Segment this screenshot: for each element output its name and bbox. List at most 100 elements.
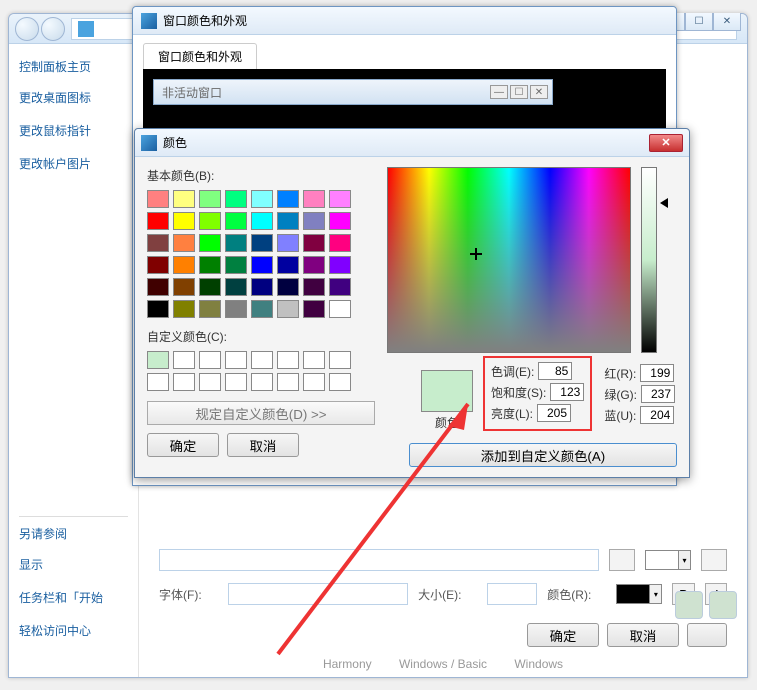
- basic-color-swatch[interactable]: [173, 278, 195, 296]
- custom-color-swatch[interactable]: [329, 351, 351, 369]
- color-dialog-titlebar[interactable]: 颜色 ✕: [135, 129, 689, 157]
- basic-color-swatch[interactable]: [303, 256, 325, 274]
- custom-color-swatch[interactable]: [199, 351, 221, 369]
- basic-color-swatch[interactable]: [277, 278, 299, 296]
- basic-color-swatch[interactable]: [225, 256, 247, 274]
- color-ok-button[interactable]: 确定: [147, 433, 219, 457]
- maximize-button[interactable]: ☐: [685, 13, 713, 31]
- basic-color-swatch[interactable]: [173, 190, 195, 208]
- basic-color-swatch[interactable]: [225, 190, 247, 208]
- basic-color-swatch[interactable]: [173, 212, 195, 230]
- basic-color-swatch[interactable]: [303, 190, 325, 208]
- custom-color-swatch[interactable]: [251, 351, 273, 369]
- back-button[interactable]: [15, 17, 39, 41]
- basic-color-swatch[interactable]: [329, 256, 351, 274]
- basic-color-swatch[interactable]: [147, 278, 169, 296]
- basic-color-swatch[interactable]: [329, 212, 351, 230]
- color-2-btn[interactable]: [701, 549, 727, 571]
- custom-color-swatch[interactable]: [329, 373, 351, 391]
- custom-color-swatch[interactable]: [199, 373, 221, 391]
- appearance-titlebar[interactable]: 窗口颜色和外观: [133, 7, 676, 35]
- item-size-up[interactable]: [609, 549, 635, 571]
- custom-color-swatch[interactable]: [277, 351, 299, 369]
- apply-button[interactable]: [687, 623, 727, 647]
- basic-color-swatch[interactable]: [147, 212, 169, 230]
- b-input[interactable]: [640, 406, 674, 424]
- basic-color-swatch[interactable]: [303, 234, 325, 252]
- basic-color-swatch[interactable]: [251, 212, 273, 230]
- see-also-link[interactable]: 轻松访问中心: [19, 622, 128, 639]
- see-also-link[interactable]: 显示: [19, 556, 128, 573]
- basic-color-swatch[interactable]: [199, 278, 221, 296]
- basic-color-swatch[interactable]: [251, 278, 273, 296]
- basic-color-swatch[interactable]: [251, 234, 273, 252]
- basic-color-swatch[interactable]: [173, 300, 195, 318]
- font-color-dropdown[interactable]: ▾: [650, 584, 662, 604]
- basic-color-swatch[interactable]: [199, 212, 221, 230]
- custom-color-swatch[interactable]: [147, 373, 169, 391]
- add-to-custom-button[interactable]: 添加到自定义颜色(A): [409, 443, 677, 467]
- custom-color-swatch[interactable]: [225, 351, 247, 369]
- basic-color-swatch[interactable]: [173, 256, 195, 274]
- luminance-pointer[interactable]: [660, 198, 668, 208]
- see-also-link[interactable]: 任务栏和「开始: [19, 589, 128, 606]
- appearance-tab[interactable]: 窗口颜色和外观: [143, 43, 257, 69]
- sidebar-link[interactable]: 更改桌面图标: [19, 89, 128, 106]
- basic-color-swatch[interactable]: [147, 190, 169, 208]
- luminance-slider[interactable]: [641, 167, 657, 353]
- basic-color-swatch[interactable]: [199, 300, 221, 318]
- color-1-swatch[interactable]: [645, 550, 679, 570]
- hue-sat-cursor[interactable]: [470, 248, 482, 260]
- size-select[interactable]: [487, 583, 537, 605]
- hue-input[interactable]: [538, 362, 572, 380]
- sidebar-link[interactable]: 更改帐户图片: [19, 155, 128, 172]
- item-select[interactable]: [159, 549, 599, 571]
- basic-color-swatch[interactable]: [277, 234, 299, 252]
- custom-color-swatch[interactable]: [303, 373, 325, 391]
- basic-color-swatch[interactable]: [147, 234, 169, 252]
- color-dialog-close-button[interactable]: ✕: [649, 134, 683, 152]
- close-button[interactable]: ✕: [713, 13, 741, 31]
- g-input[interactable]: [641, 385, 675, 403]
- basic-color-swatch[interactable]: [277, 190, 299, 208]
- basic-color-swatch[interactable]: [147, 256, 169, 274]
- custom-color-swatch[interactable]: [303, 351, 325, 369]
- basic-color-swatch[interactable]: [199, 190, 221, 208]
- basic-color-swatch[interactable]: [251, 300, 273, 318]
- basic-color-swatch[interactable]: [251, 190, 273, 208]
- custom-color-swatch[interactable]: [147, 351, 169, 369]
- basic-color-swatch[interactable]: [277, 256, 299, 274]
- sidebar-link[interactable]: 更改鼠标指针: [19, 122, 128, 139]
- custom-color-swatch[interactable]: [225, 373, 247, 391]
- basic-color-swatch[interactable]: [251, 256, 273, 274]
- basic-color-swatch[interactable]: [329, 278, 351, 296]
- basic-color-swatch[interactable]: [303, 212, 325, 230]
- basic-color-swatch[interactable]: [199, 234, 221, 252]
- basic-color-swatch[interactable]: [225, 234, 247, 252]
- custom-color-swatch[interactable]: [277, 373, 299, 391]
- color-cancel-button[interactable]: 取消: [227, 433, 299, 457]
- ok-button[interactable]: 确定: [527, 623, 599, 647]
- cancel-button[interactable]: 取消: [607, 623, 679, 647]
- basic-color-swatch[interactable]: [303, 278, 325, 296]
- basic-color-swatch[interactable]: [225, 212, 247, 230]
- basic-color-swatch[interactable]: [329, 190, 351, 208]
- basic-color-swatch[interactable]: [173, 234, 195, 252]
- basic-color-swatch[interactable]: [225, 300, 247, 318]
- lum-input[interactable]: [537, 404, 571, 422]
- sat-input[interactable]: [550, 383, 584, 401]
- define-custom-button[interactable]: 规定自定义颜色(D) >>: [147, 401, 375, 425]
- basic-color-swatch[interactable]: [147, 300, 169, 318]
- basic-color-swatch[interactable]: [277, 212, 299, 230]
- basic-color-swatch[interactable]: [277, 300, 299, 318]
- custom-color-swatch[interactable]: [173, 351, 195, 369]
- color-1-dropdown[interactable]: ▾: [679, 550, 691, 570]
- basic-color-swatch[interactable]: [329, 234, 351, 252]
- font-color-swatch[interactable]: [616, 584, 650, 604]
- basic-color-swatch[interactable]: [225, 278, 247, 296]
- custom-color-swatch[interactable]: [251, 373, 273, 391]
- basic-color-swatch[interactable]: [303, 300, 325, 318]
- sidebar-home[interactable]: 控制面板主页: [19, 58, 128, 75]
- hue-sat-field[interactable]: [387, 167, 631, 353]
- font-select[interactable]: [228, 583, 408, 605]
